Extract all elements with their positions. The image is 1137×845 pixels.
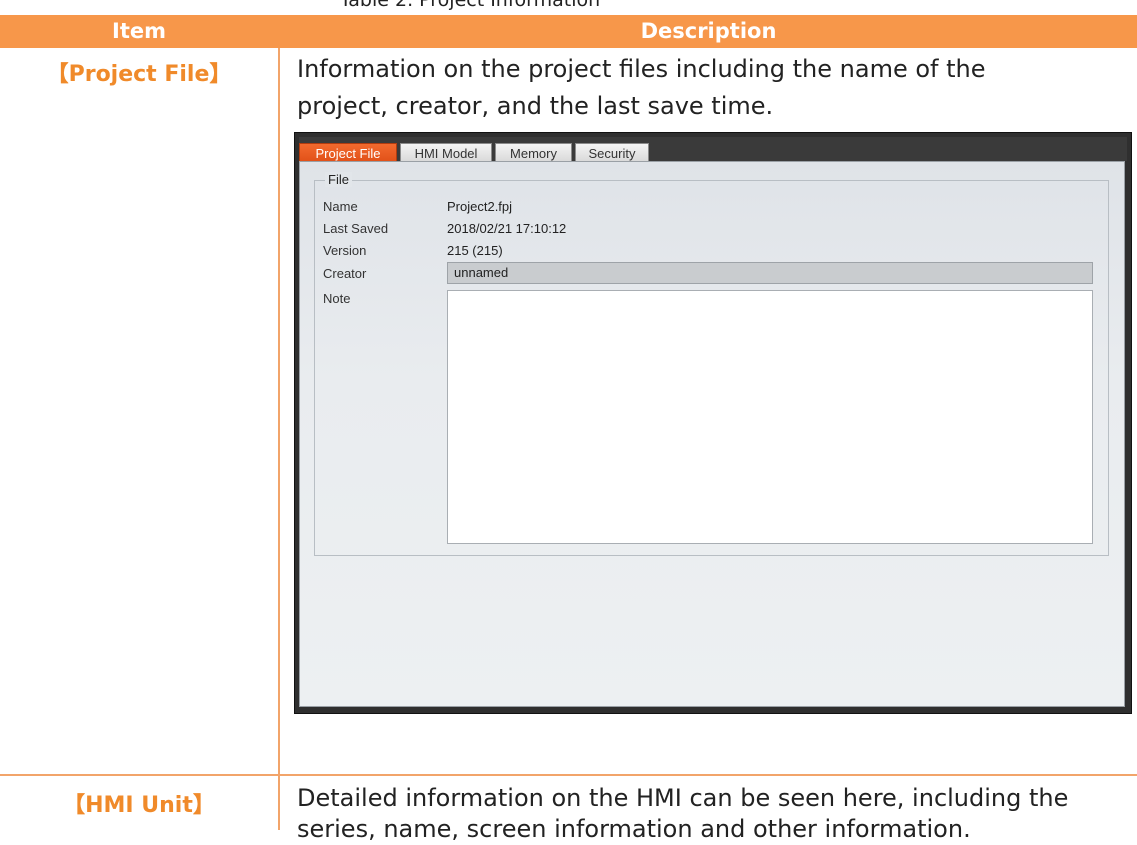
- name-value: Project2.fpj: [447, 199, 513, 214]
- tab-hmi-model[interactable]: HMI Model: [400, 143, 492, 163]
- note-label: Note: [323, 291, 351, 306]
- file-group: File Name Project2.fpj Last Saved 2018/0…: [314, 172, 1109, 556]
- note-textarea[interactable]: [447, 290, 1093, 544]
- tab-project-file[interactable]: Project File: [299, 143, 397, 163]
- last-saved-label: Last Saved: [323, 221, 389, 236]
- table-caption: Table 2. Project Information: [339, 0, 601, 11]
- row-project-file-description-line1: Information on the project files includi…: [297, 55, 986, 83]
- column-divider: [278, 48, 280, 830]
- version-label: Version: [323, 243, 367, 258]
- name-label: Name: [323, 199, 358, 214]
- row-project-file-item: 【Project File】: [46, 62, 232, 87]
- header-description: Description: [640, 19, 777, 43]
- tab-security[interactable]: Security: [575, 143, 649, 163]
- creator-label: Creator: [323, 266, 367, 281]
- last-saved-value: 2018/02/21 17:10:12: [447, 221, 567, 236]
- row-divider: [0, 774, 1137, 776]
- project-info-dialog: Project File HMI Model Memory Security F…: [294, 132, 1132, 714]
- project-information-table: Table 2. Project Information Item Descri…: [0, 0, 1137, 843]
- file-group-title: File: [325, 172, 352, 187]
- version-value: 215 (215): [447, 243, 503, 258]
- header-item: Item: [112, 19, 166, 43]
- row-hmi-unit-item: 【HMI Unit】: [63, 793, 215, 818]
- tab-memory[interactable]: Memory: [495, 143, 572, 163]
- row-project-file-description-line2: project, creator, and the last save time…: [297, 92, 774, 120]
- row-hmi-unit-description-line1: Detailed information on the HMI can be s…: [297, 784, 1069, 812]
- tab-panel: File Name Project2.fpj Last Saved 2018/0…: [299, 161, 1125, 707]
- table-header: Item Description: [0, 15, 1137, 48]
- tab-bar: Project File HMI Model Memory Security: [299, 137, 1127, 163]
- creator-field[interactable]: unnamed: [447, 262, 1093, 284]
